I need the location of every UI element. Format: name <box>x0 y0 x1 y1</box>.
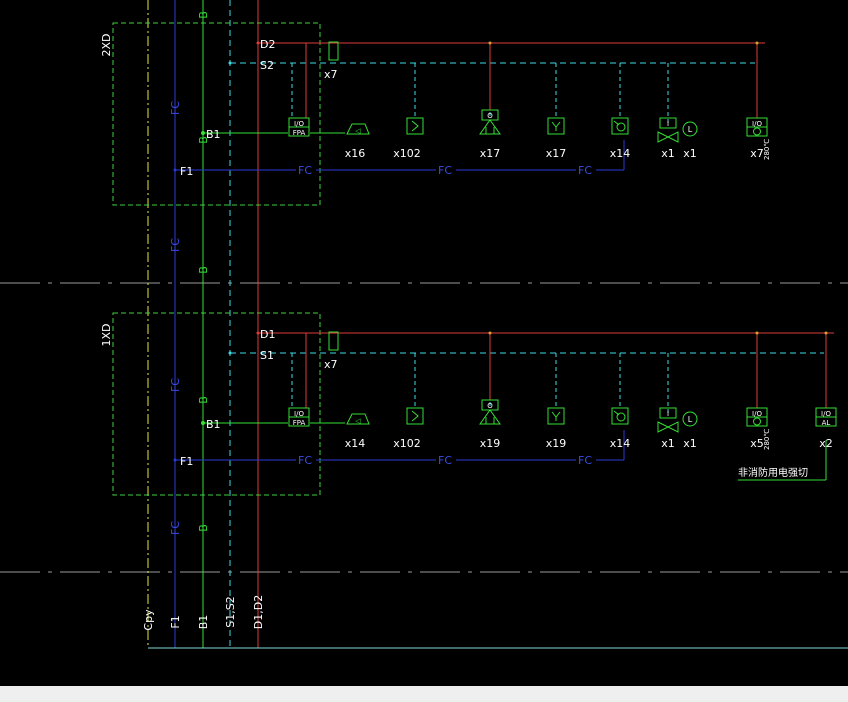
fc-label: FC <box>298 454 312 467</box>
device-sub-label: 280℃ <box>763 139 771 160</box>
fc-riser-label: FC <box>169 238 182 252</box>
b-riser-label: B <box>197 266 210 274</box>
junction-dot <box>201 131 205 135</box>
b-bus-label: B1 <box>206 418 221 431</box>
b-riser-label: B <box>197 524 210 532</box>
device-count: x14 <box>610 437 631 450</box>
device-count: x19 <box>546 437 567 450</box>
s-bus-label: S1,S2 <box>224 596 237 627</box>
junction-dot <box>488 331 492 335</box>
device-count: x14 <box>610 147 631 160</box>
module-top-text: O <box>487 112 493 120</box>
device-count: x7 <box>750 147 764 160</box>
device-count: x17 <box>546 147 567 160</box>
module-bottom-text: FPA <box>293 129 306 137</box>
cpy-bus-label: Cpy <box>142 609 155 631</box>
module-top-text: I/O <box>752 120 762 128</box>
f-bus-label: F1 <box>180 455 193 468</box>
junction-dot <box>228 61 232 65</box>
f1-bus-label: F1 <box>169 615 182 628</box>
fc-label: FC <box>578 164 592 177</box>
junction-dot <box>488 41 492 45</box>
module-top-text: O <box>487 402 493 410</box>
b-bus-label: B1 <box>206 128 221 141</box>
relay-count: x7 <box>324 68 338 81</box>
junction-dot <box>173 168 177 172</box>
fc-riser-label: FC <box>169 378 182 392</box>
device-sub-label: 280℃ <box>763 429 771 450</box>
device-count: x102 <box>393 437 421 450</box>
b1-bus-label: B1 <box>197 615 210 630</box>
device-count: x5 <box>750 437 764 450</box>
f-bus-label: F1 <box>180 165 193 178</box>
device-count: x16 <box>345 147 366 160</box>
fc-label: FC <box>438 164 452 177</box>
d-bus-label: D2 <box>260 38 275 51</box>
level-label: L <box>688 125 693 134</box>
junction-dot <box>755 331 759 335</box>
riser-diagram: FCFCFCFCBBBBBCpy F1 B1 S1,S2 D1,D22XD D2S2x7B… <box>0 0 848 686</box>
fc-riser-label: FC <box>169 521 182 535</box>
relay-count: x7 <box>324 358 338 371</box>
floor-name: 2XD <box>100 33 113 56</box>
drawing-background <box>0 0 848 686</box>
junction-dot <box>173 458 177 462</box>
module-top-text: I/O <box>752 410 762 418</box>
fc-label: FC <box>438 454 452 467</box>
fc-riser-label: FC <box>169 101 182 115</box>
device-count: x17 <box>480 147 501 160</box>
floor-s-label: S1 <box>260 349 274 362</box>
device-count: x19 <box>480 437 501 450</box>
junction-dot <box>824 331 828 335</box>
module-top-text: I/O <box>294 120 304 128</box>
module-top-text: I <box>667 410 669 418</box>
fc-label: FC <box>578 454 592 467</box>
module-bottom-text: FPA <box>293 419 306 427</box>
device-count: x1 <box>661 147 675 160</box>
module-top-text: I <box>667 120 669 128</box>
sounder-glyph: ◁ <box>355 127 361 135</box>
b-riser-label: B <box>197 11 210 19</box>
device-count: x1 <box>683 437 697 450</box>
module-bottom-text: AL <box>822 419 831 427</box>
module-top-text: I/O <box>821 410 831 418</box>
fc-label: FC <box>298 164 312 177</box>
device-count: x102 <box>393 147 421 160</box>
module-top-text: I/O <box>294 410 304 418</box>
device-count: x1 <box>661 437 675 450</box>
floor-s-label: S2 <box>260 59 274 72</box>
sounder-glyph: ◁ <box>355 417 361 425</box>
b-riser-label: B <box>197 396 210 404</box>
device-count: x14 <box>345 437 366 450</box>
note-text: 非消防用电强切 <box>738 466 808 479</box>
junction-dot <box>755 41 759 45</box>
device-count: x1 <box>683 147 697 160</box>
floor-name: 1XD <box>100 323 113 346</box>
d-bus-label: D1 <box>260 328 275 341</box>
status-bar <box>0 686 848 702</box>
d-bus-label: D1,D2 <box>252 595 265 629</box>
level-label: L <box>688 415 693 424</box>
junction-dot <box>228 351 232 355</box>
junction-dot <box>201 421 205 425</box>
